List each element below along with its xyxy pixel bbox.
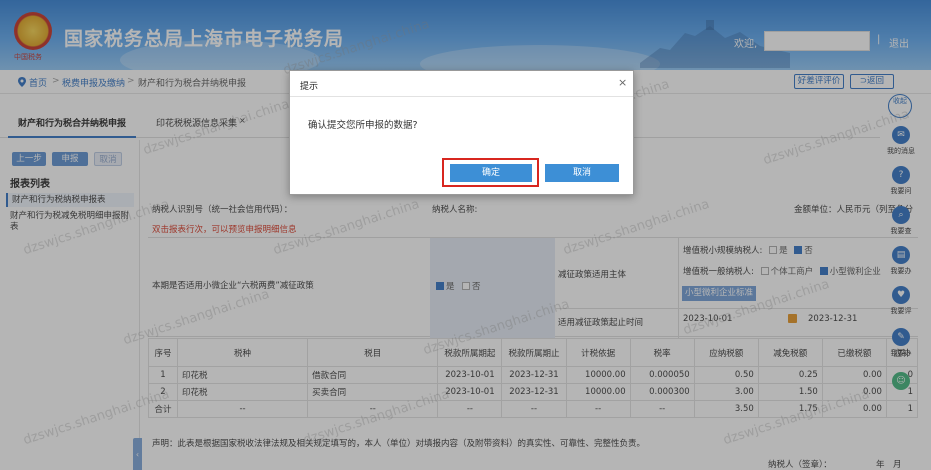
- confirm-button[interactable]: 确定: [450, 164, 532, 182]
- confirm-dialog: 提示 × 确认提交您所申报的数据? 确定 取消: [289, 70, 634, 195]
- dialog-cancel-button[interactable]: 取消: [545, 164, 619, 182]
- dialog-message: 确认提交您所申报的数据?: [308, 120, 418, 131]
- close-icon[interactable]: ×: [618, 76, 627, 89]
- dialog-title: 提示: [300, 82, 319, 92]
- dialog-header: 提示 ×: [290, 71, 633, 97]
